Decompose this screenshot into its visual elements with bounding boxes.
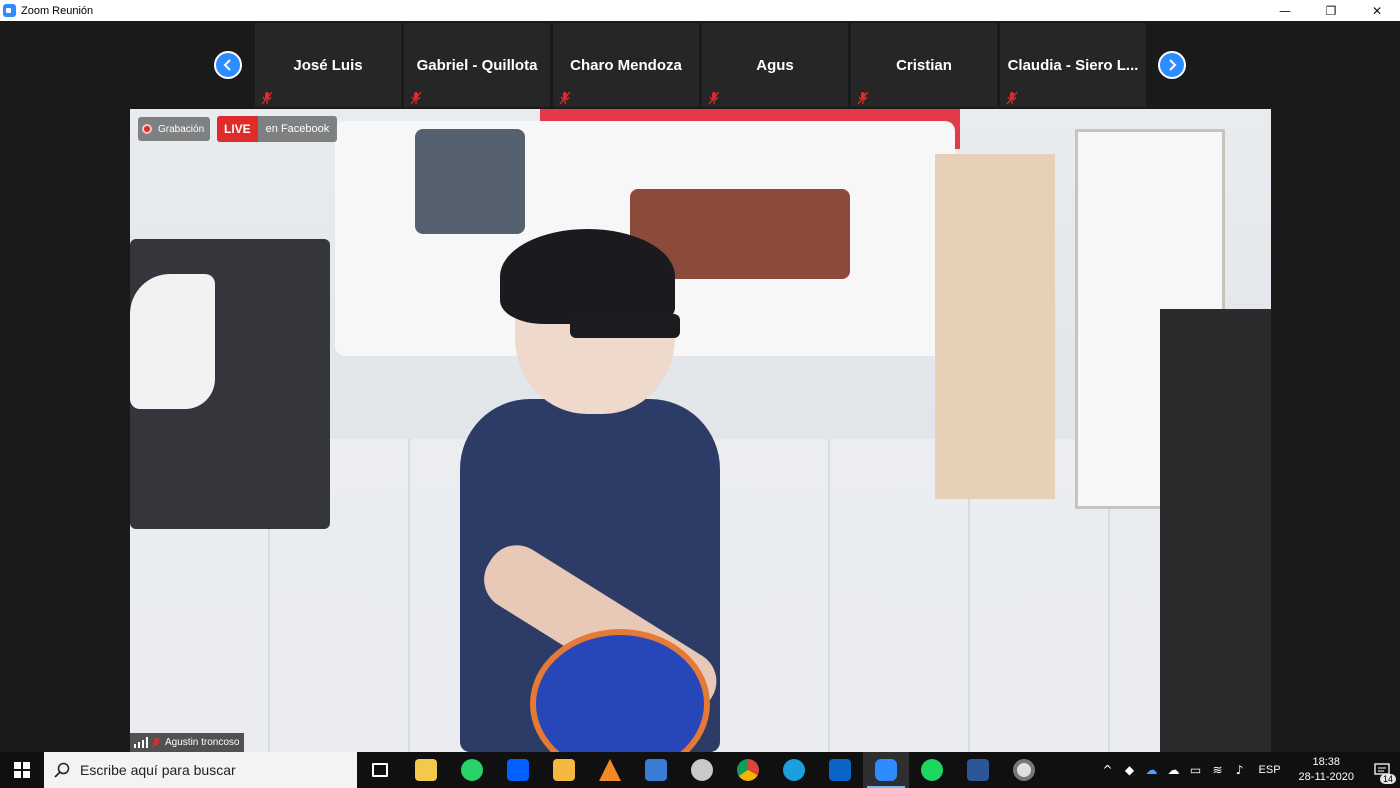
participant-name: Gabriel - Quillota — [416, 57, 538, 74]
wifi-icon[interactable]: ≋ — [1207, 752, 1229, 788]
notification-count: 14 — [1379, 774, 1396, 784]
participant-name: Charo Mendoza — [570, 57, 682, 74]
video-scene-cushion — [415, 129, 525, 234]
speaker-name: Agustin troncoso — [165, 737, 240, 748]
muted-mic-icon — [1006, 91, 1018, 105]
volume-icon[interactable]: ♪ — [1229, 752, 1251, 788]
minimize-button[interactable]: — — [1262, 0, 1308, 21]
chevron-left-icon — [223, 59, 231, 71]
input-language[interactable]: ESP — [1251, 764, 1289, 776]
folder-icon — [553, 759, 575, 781]
next-page-button[interactable] — [1158, 51, 1186, 79]
muted-mic-icon — [559, 91, 571, 105]
app-icon — [645, 759, 667, 781]
taskbar-app-whatsapp[interactable] — [449, 752, 495, 788]
spotify-icon — [921, 759, 943, 781]
window-controls: — ❐ ✕ — [1262, 0, 1400, 21]
previous-page-button[interactable] — [214, 51, 242, 79]
taskbar-app-outlook[interactable] — [817, 752, 863, 788]
participant-tile[interactable]: Cristian — [851, 23, 997, 107]
maximize-button[interactable]: ❐ — [1308, 0, 1354, 21]
show-hidden-icons-button[interactable]: ^ — [1097, 752, 1119, 788]
onedrive-icon[interactable]: ☁ — [1141, 752, 1163, 788]
search-placeholder: Escribe aquí para buscar — [80, 762, 236, 778]
close-button[interactable]: ✕ — [1354, 0, 1400, 21]
word-icon — [967, 759, 989, 781]
participant-tile[interactable]: Agus — [702, 23, 848, 107]
clock[interactable]: 18:38 28-11-2020 — [1289, 755, 1364, 785]
task-view-button[interactable] — [357, 752, 403, 788]
dropbox-tray-icon[interactable]: ◆ — [1119, 752, 1141, 788]
speaker-name-tag: Agustin troncoso — [130, 733, 244, 752]
muted-mic-icon — [261, 91, 273, 105]
app-icon — [691, 759, 713, 781]
windows-logo-icon — [14, 762, 30, 778]
dropbox-icon — [507, 759, 529, 781]
taskbar-app-media-player[interactable] — [1001, 752, 1047, 788]
recording-label: Grabación — [158, 123, 205, 135]
video-scene-shelf — [1160, 309, 1271, 752]
taskbar-app-zoom[interactable] — [863, 752, 909, 788]
taskbar-app-file-explorer[interactable] — [541, 752, 587, 788]
zoom-app-icon — [3, 4, 16, 17]
store-icon — [415, 759, 437, 781]
live-label: LIVE — [217, 116, 258, 142]
participant-name: José Luis — [293, 57, 363, 74]
video-scene-plush — [130, 274, 215, 409]
search-box[interactable]: Escribe aquí para buscar — [44, 752, 357, 788]
muted-mic-icon — [857, 91, 869, 105]
windows-taskbar: Escribe aquí para buscar ^ ◆ ☁ ☁ ▭ ≋ ♪ E… — [0, 752, 1400, 788]
video-scene-person-hair — [500, 229, 675, 324]
task-view-icon — [372, 763, 388, 777]
outlook-icon — [829, 759, 851, 781]
gallery-strip: José Luis Gabriel - Quillota Charo Mendo… — [0, 21, 1400, 109]
cloud-error-icon[interactable]: ☁ — [1163, 752, 1185, 788]
clock-date: 28-11-2020 — [1298, 771, 1354, 783]
muted-mic-icon — [410, 91, 422, 105]
taskbar-app-store[interactable] — [403, 752, 449, 788]
live-destination: en Facebook — [265, 123, 330, 135]
taskbar-app-word[interactable] — [955, 752, 1001, 788]
recording-indicator[interactable]: Grabación — [138, 117, 211, 141]
battery-icon[interactable]: ▭ — [1185, 752, 1207, 788]
clock-time: 18:38 — [1312, 756, 1341, 768]
video-scene-cat-tree — [935, 154, 1055, 499]
meeting-area: José Luis Gabriel - Quillota Charo Mendo… — [0, 21, 1400, 752]
video-scene-blindfold — [570, 314, 680, 338]
title-bar: Zoom Reunión — ❐ ✕ — [0, 0, 1400, 21]
taskbar-app-gray[interactable] — [679, 752, 725, 788]
participant-name: Claudia - Siero L... — [1007, 57, 1139, 74]
start-button[interactable] — [0, 752, 44, 788]
muted-mic-icon — [708, 91, 720, 105]
record-icon — [142, 124, 152, 134]
participant-tile[interactable]: Charo Mendoza — [553, 23, 699, 107]
taskbar-app-dropbox[interactable] — [495, 752, 541, 788]
taskbar-app-vlc[interactable] — [587, 752, 633, 788]
live-stream-indicator[interactable]: LIVE en Facebook — [217, 116, 338, 142]
window-title: Zoom Reunión — [21, 4, 94, 17]
search-icon — [54, 762, 70, 778]
chrome-icon — [737, 759, 759, 781]
chevron-right-icon — [1169, 59, 1177, 71]
action-center-button[interactable]: 14 — [1364, 752, 1400, 788]
vlc-cone-icon — [599, 759, 621, 781]
muted-mic-icon — [151, 737, 161, 748]
taskbar-app-chrome[interactable] — [725, 752, 771, 788]
participant-name: Agus — [756, 57, 794, 74]
signal-strength-icon — [134, 737, 148, 748]
participant-tile[interactable]: Claudia - Siero L... — [1000, 23, 1146, 107]
participant-tile[interactable]: José Luis — [255, 23, 401, 107]
taskbar-app-spotify[interactable] — [909, 752, 955, 788]
zoom-icon — [875, 759, 897, 781]
participant-name: Cristian — [896, 57, 952, 74]
system-tray: ^ ◆ ☁ ☁ ▭ ≋ ♪ ESP 18:38 28-11-2020 14 — [1097, 752, 1400, 788]
taskbar-app-blue[interactable] — [633, 752, 679, 788]
edge-icon — [783, 759, 805, 781]
media-player-icon — [1013, 759, 1035, 781]
whatsapp-icon — [461, 759, 483, 781]
active-speaker-video[interactable]: Grabación LIVE en Facebook Agustin tronc… — [130, 109, 1271, 752]
participant-tile[interactable]: Gabriel - Quillota — [404, 23, 550, 107]
taskbar-app-edge[interactable] — [771, 752, 817, 788]
